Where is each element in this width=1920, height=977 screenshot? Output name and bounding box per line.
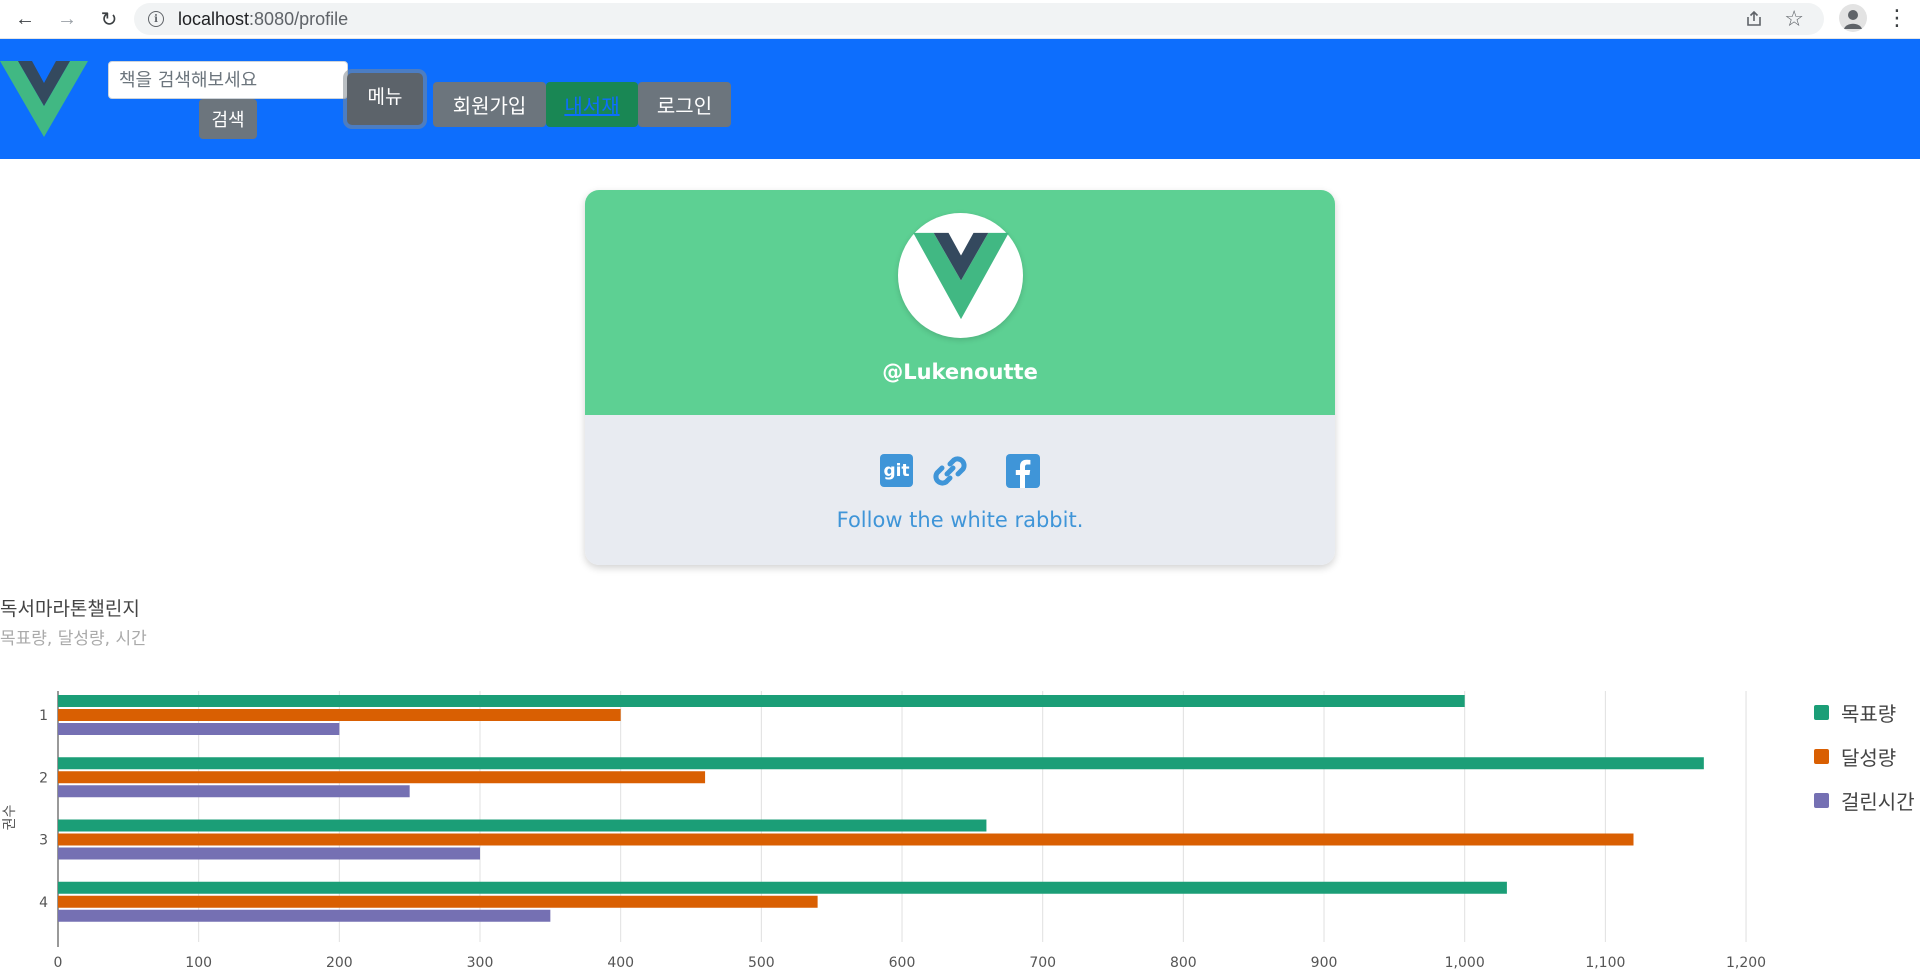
legend-item[interactable]: 목표량 [1814,690,1915,734]
chart-subtitle: 목표량, 달성량, 시간 [0,629,147,649]
bar[interactable] [58,847,481,860]
browser-toolbar: ← → ↻ i localhost:8080/profile ☆ ⋮ [0,0,1920,39]
y-axis-label: 권수 [2,805,18,831]
share-icon[interactable] [1744,9,1764,29]
x-tick-label: 900 [1311,955,1338,971]
url-path: :8080/profile [249,9,349,29]
legend-label: 달성량 [1841,745,1897,770]
search-button[interactable]: 검색 [199,99,257,139]
x-tick-label: 700 [1029,955,1056,971]
facebook-icon[interactable] [1006,454,1040,488]
x-tick-label: 300 [467,955,494,971]
bar[interactable] [58,695,1465,707]
reading-bar-chart: 0 100 200 300 400 500 600 700 800 900 1,000 1,100 1,… [2,691,1766,971]
profile-card: @Lukenoutte git Follow the white rabbit. [585,190,1335,565]
legend-swatch [1814,704,1829,720]
x-tick-label: 600 [889,955,916,971]
legend-item[interactable]: 달성량 [1814,734,1915,778]
bar[interactable] [58,757,1704,770]
mypage-button[interactable]: 내서재 [546,82,638,127]
search-input[interactable] [108,61,348,99]
x-tick-label: 1,200 [1726,955,1766,971]
legend-label: 걸린시간 [1841,789,1915,814]
chart-title: 독서마라톤챌린지 [0,598,140,620]
x-tick-label: 1,000 [1445,955,1485,971]
bar[interactable] [58,771,706,784]
reload-icon[interactable]: ↻ [96,6,122,32]
y-tick-label: 3 [39,833,48,849]
git-icon[interactable]: git [880,454,913,487]
bar[interactable] [58,881,1507,894]
y-tick-label: 1 [39,708,48,724]
legend-item[interactable]: 걸린시간 [1814,778,1915,822]
bar[interactable] [58,895,818,908]
address-bar[interactable]: i localhost:8080/profile ☆ [134,3,1824,35]
forward-icon[interactable]: → [54,6,80,32]
back-icon[interactable]: ← [12,6,38,32]
x-tick-label: 0 [54,955,63,971]
y-tick-label: 4 [39,895,48,911]
profile-username: @Lukenoutte [882,360,1038,384]
bar[interactable] [58,709,621,721]
avatar [898,213,1023,338]
bar[interactable] [58,723,340,735]
bar[interactable] [58,785,410,798]
url-host: localhost [178,9,250,29]
profile-card-body: git Follow the white rabbit. [585,415,1335,565]
menu-button[interactable]: 메뉴 [347,73,423,125]
x-tick-label: 500 [748,955,775,971]
profile-tagline: Follow the white rabbit. [836,508,1084,532]
url-text[interactable]: localhost:8080/profile [178,9,348,30]
site-info-icon[interactable]: i [148,11,164,27]
chart-legend: 목표량달성량걸린시간 [1814,690,1915,822]
bar[interactable] [58,819,987,832]
x-tick-label: 800 [1170,955,1197,971]
bar[interactable] [58,909,551,922]
link-icon[interactable] [930,451,970,491]
app-navbar: 검색 메뉴 회원가입 내서재 로그인 [0,39,1920,159]
y-tick-label: 2 [39,770,48,786]
x-tick-label: 100 [185,955,212,971]
bar[interactable] [58,833,1634,846]
legend-swatch [1814,792,1829,808]
vue-logo[interactable] [0,61,88,137]
legend-label: 목표량 [1841,701,1897,726]
browser-profile-icon[interactable] [1839,4,1867,32]
signup-button[interactable]: 회원가입 [433,82,546,127]
x-tick-label: 200 [326,955,353,971]
x-tick-label: 1,100 [1585,955,1625,971]
bookmark-star-icon[interactable]: ☆ [1784,6,1804,32]
x-tick-label: 400 [607,955,634,971]
profile-card-header: @Lukenoutte [585,190,1335,415]
browser-menu-icon[interactable]: ⋮ [1886,5,1908,31]
legend-swatch [1814,748,1829,764]
login-button[interactable]: 로그인 [638,82,731,127]
